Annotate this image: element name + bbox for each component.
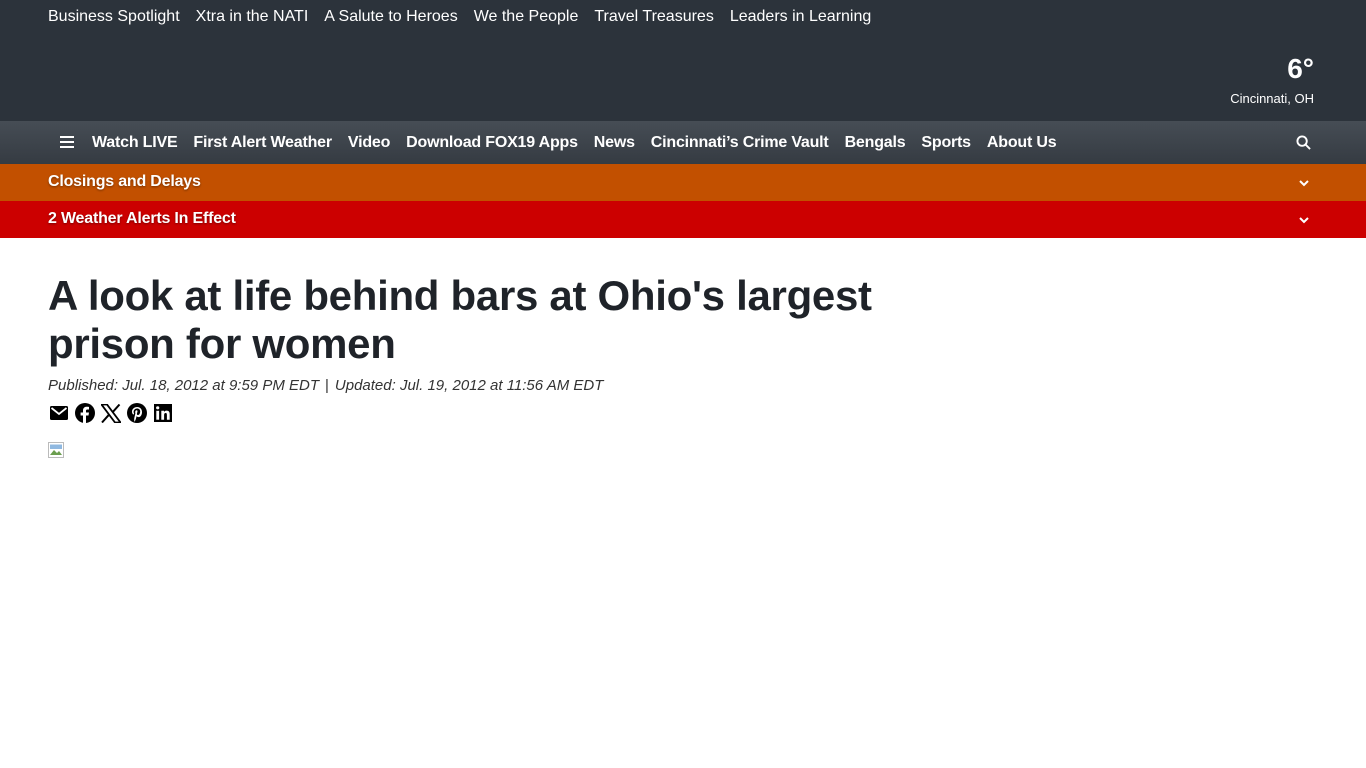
nav-item-video[interactable]: Video	[348, 134, 390, 152]
chevron-down-icon[interactable]	[1297, 176, 1311, 190]
email-icon[interactable]	[48, 401, 70, 425]
weather-alerts-banner[interactable]: 2 Weather Alerts In Effect	[0, 201, 1366, 238]
facebook-icon[interactable]	[74, 401, 96, 425]
nav-item-first-alert-weather[interactable]: First Alert Weather	[193, 134, 332, 152]
nav-item-sports[interactable]: Sports	[921, 134, 971, 152]
hamburger-icon-svg	[60, 136, 74, 148]
nav-item-download-apps[interactable]: Download FOX19 Apps	[406, 134, 578, 152]
hamburger-icon[interactable]	[59, 133, 75, 151]
pinterest-icon-svg	[127, 403, 147, 423]
pinterest-icon[interactable]	[126, 401, 148, 425]
article-headline: A look at life behind bars at Ohio's lar…	[48, 272, 872, 367]
article-image-placeholder	[48, 442, 64, 458]
chevron-down-icon[interactable]	[1297, 213, 1311, 227]
search-icon-svg	[1295, 134, 1311, 150]
x-icon[interactable]	[100, 401, 122, 425]
weather-temperature: 6°	[1287, 53, 1314, 84]
weather-alerts-label[interactable]: 2 Weather Alerts In Effect	[48, 210, 236, 228]
chevron-down-icon-svg	[1299, 217, 1309, 224]
nav-item-about-us[interactable]: About Us	[987, 134, 1057, 152]
search-icon[interactable]	[1295, 134, 1311, 150]
main-nav: Watch LIVE First Alert Weather Video Dow…	[0, 121, 1366, 164]
email-icon-svg	[50, 406, 68, 420]
published-date: Published: Jul. 18, 2012 at 9:59 PM EDT	[48, 377, 319, 394]
top-link-salute-to-heroes[interactable]: A Salute to Heroes	[324, 6, 457, 28]
broken-image-icon	[48, 442, 64, 458]
article-dates: Published: Jul. 18, 2012 at 9:59 PM EDT |…	[48, 377, 603, 394]
nav-item-news[interactable]: News	[594, 134, 635, 152]
top-link-travel-treasures[interactable]: Travel Treasures	[594, 6, 713, 28]
closings-label[interactable]: Closings and Delays	[48, 173, 201, 191]
closings-banner[interactable]: Closings and Delays	[0, 164, 1366, 201]
facebook-icon-svg	[75, 403, 95, 423]
linkedin-icon-svg	[154, 404, 172, 422]
date-separator: |	[325, 377, 329, 394]
nav-items: Watch LIVE First Alert Weather Video Dow…	[92, 121, 1057, 164]
x-icon-svg	[101, 403, 121, 423]
top-link-xtra-in-the-nati[interactable]: Xtra in the NATI	[196, 6, 309, 28]
weather-widget[interactable]: 6° Cincinnati, OH	[1230, 52, 1314, 107]
weather-location: Cincinnati, OH	[1230, 91, 1314, 106]
top-header: Business Spotlight Xtra in the NATI A Sa…	[0, 0, 1366, 121]
chevron-down-icon-svg	[1299, 180, 1309, 187]
linkedin-icon[interactable]	[152, 401, 174, 425]
top-link-business-spotlight[interactable]: Business Spotlight	[48, 6, 180, 28]
top-link-we-the-people[interactable]: We the People	[474, 6, 579, 28]
top-links-row: Business Spotlight Xtra in the NATI A Sa…	[48, 6, 871, 28]
nav-item-watch-live[interactable]: Watch LIVE	[92, 134, 178, 152]
nav-item-bengals[interactable]: Bengals	[845, 134, 906, 152]
share-buttons	[48, 401, 174, 425]
updated-date: Updated: Jul. 19, 2012 at 11:56 AM EDT	[334, 377, 604, 394]
nav-item-crime-vault[interactable]: Cincinnati’s Crime Vault	[651, 134, 829, 152]
top-link-leaders-in-learning[interactable]: Leaders in Learning	[730, 6, 871, 28]
